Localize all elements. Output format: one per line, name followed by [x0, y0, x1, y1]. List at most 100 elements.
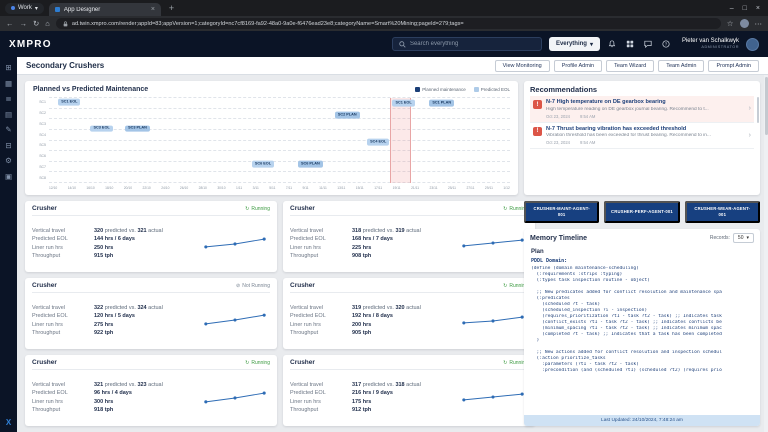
- gantt-event[interactable]: SC3 PLAN: [125, 125, 150, 132]
- gantt-event[interactable]: SC2 PLAN: [335, 112, 360, 119]
- browser-menu-icon[interactable]: ⋯: [755, 20, 763, 28]
- x-tick-label: 25/11: [448, 186, 456, 190]
- metric-label: Vertical travel: [32, 228, 94, 234]
- crusher-card[interactable]: Crusher ↻ Running: [283, 278, 535, 349]
- page-action-button[interactable]: Profile Admin: [554, 60, 602, 72]
- recommendations-scrollbar[interactable]: [757, 97, 760, 123]
- browser-tab[interactable]: App Designer ×: [49, 3, 161, 16]
- agent-button[interactable]: CRUSHER-MAINT-AGENT-001: [524, 201, 599, 223]
- notifications-bell-icon[interactable]: [607, 40, 618, 48]
- agent-button[interactable]: CRUSHER-PERF-AGENT-001: [604, 201, 679, 223]
- collections-icon[interactable]: ⊟: [5, 142, 11, 150]
- global-search[interactable]: [392, 37, 542, 51]
- recommendation-item[interactable]: ! N-7 Thrust bearing vibration has excee…: [530, 123, 754, 150]
- refresh-icon[interactable]: ↻: [33, 20, 39, 28]
- page-action-button[interactable]: View Monitoring: [495, 60, 550, 72]
- dashboards-icon[interactable]: ▦: [5, 80, 12, 88]
- chevron-right-icon[interactable]: ›: [749, 132, 751, 139]
- browser-profile-avatar[interactable]: [740, 19, 749, 28]
- favorite-star-icon[interactable]: ☆: [727, 20, 734, 28]
- user-avatar[interactable]: [746, 38, 759, 51]
- gantt-event[interactable]: SC6 PLAN: [298, 161, 323, 168]
- forward-icon[interactable]: →: [20, 20, 28, 28]
- metric-label: Throughput: [32, 253, 94, 259]
- page-action-button[interactable]: Team Wizard: [606, 60, 654, 72]
- help-icon[interactable]: ?: [661, 40, 672, 48]
- recommendation-item[interactable]: ! N-7 High temperature on DE gearbox bea…: [530, 96, 754, 123]
- metric-value: 200 hrs: [352, 322, 371, 328]
- y-axis-label: SC8: [33, 172, 46, 183]
- page-scrollbar-thumb[interactable]: [765, 77, 768, 135]
- crusher-card[interactable]: Crusher ↻ Running: [283, 201, 535, 272]
- metric-value: 192 hrs / 8 days: [352, 313, 393, 319]
- user-menu[interactable]: Pieter van Schalkwyk ADMINISTRATOR: [682, 38, 739, 49]
- recommendation-description: High temperature reading on DE gearbox j…: [546, 107, 745, 112]
- page-action-button[interactable]: Team Admin: [658, 60, 704, 72]
- x-tick-label: 11/11: [319, 186, 327, 190]
- metric-label: Vertical travel: [32, 305, 94, 311]
- apps-icon[interactable]: ⊞: [5, 64, 11, 72]
- gantt-event[interactable]: SC1 EOL: [392, 100, 414, 107]
- memory-timeline-body[interactable]: Plan PDDL Domain: (define (domain mainte…: [524, 245, 760, 415]
- legend-label: Predicted EOL: [481, 87, 510, 92]
- crusher-card[interactable]: Crusher ↻ Running: [25, 201, 277, 272]
- search-input[interactable]: [410, 41, 535, 47]
- metric-label: Predicted EOL: [32, 236, 94, 242]
- chart-x-axis: 12/10 14/10 16/10 18/10 20/10 22/10: [49, 183, 510, 192]
- recommendations-panel: Recommendations ! N-7 High temperature o…: [524, 81, 760, 195]
- metric-value: 319 predicted vs. 320 actual: [352, 305, 421, 311]
- gantt-event[interactable]: SC1 PLAN: [429, 100, 454, 107]
- home-icon[interactable]: ⌂: [45, 20, 50, 28]
- x-tick-label: 22/10: [143, 186, 151, 190]
- page-actions: View Monitoring Profile Admin Team Wizar…: [495, 60, 759, 72]
- settings-icon[interactable]: ⚙: [5, 157, 12, 165]
- metric-row: Throughput 912 tph: [290, 407, 458, 413]
- workspace-badge[interactable]: Work ▾: [5, 3, 44, 14]
- sparkline: [458, 309, 528, 331]
- crusher-card[interactable]: Crusher ⊘ Not Running: [25, 278, 277, 349]
- metric-value: 216 hrs / 9 days: [352, 390, 393, 396]
- chevron-right-icon[interactable]: ›: [749, 105, 751, 112]
- crusher-card-title: Crusher: [32, 282, 57, 289]
- recommendation-timestamp: Oct 23, 2024 9:54 AM: [546, 140, 745, 145]
- chat-icon[interactable]: [643, 40, 654, 48]
- maximize-button[interactable]: □: [743, 5, 747, 12]
- apps-grid-icon[interactable]: [625, 40, 636, 48]
- new-tab-button[interactable]: +: [166, 3, 177, 13]
- grid-icon[interactable]: ▣: [5, 173, 12, 181]
- back-icon[interactable]: ←: [6, 20, 14, 28]
- gantt-row: [49, 130, 510, 141]
- alert-icon: !: [533, 127, 542, 136]
- data-icon[interactable]: ▤: [5, 111, 12, 119]
- agent-button[interactable]: CRUSHER-WEAR-AGENT-001: [685, 201, 760, 223]
- edit-icon[interactable]: ✎: [5, 126, 11, 134]
- metric-row: Liner run hrs 225 hrs: [290, 245, 458, 251]
- page-scrollbar[interactable]: [764, 75, 768, 432]
- address-field[interactable]: ad.twin.xmpro.com/render;appId=83;appVer…: [56, 18, 721, 29]
- crusher-status: ↻ Running: [245, 360, 270, 366]
- metric-row: Predicted EOL 144 hrs / 6 days: [32, 236, 200, 242]
- records-select[interactable]: 50 ▾: [733, 233, 754, 243]
- gantt-event[interactable]: SC6 EOL: [252, 161, 274, 168]
- window-close-button[interactable]: ×: [756, 5, 760, 12]
- gantt-event[interactable]: SC3 EOL: [90, 125, 112, 132]
- list-icon[interactable]: ≣: [5, 95, 11, 103]
- sparkline: [200, 309, 270, 331]
- metric-row: Vertical travel 318 predicted vs. 319 ac…: [290, 228, 458, 234]
- search-scope-button[interactable]: Everything ▾: [549, 37, 600, 51]
- legend-item: Predicted EOL: [474, 87, 510, 92]
- workspace-color-dot: [11, 6, 15, 10]
- crusher-card[interactable]: Crusher ↻ Running: [25, 355, 277, 426]
- gantt-event[interactable]: SC4 EOL: [367, 139, 389, 146]
- crusher-card[interactable]: Crusher ↻ Running: [283, 355, 535, 426]
- x-tick-label: 1/11: [236, 186, 242, 190]
- tab-close-icon[interactable]: ×: [151, 6, 155, 13]
- x-tick-label: 29/11: [485, 186, 493, 190]
- metric-label: Throughput: [290, 330, 352, 336]
- metric-row: Throughput 908 tph: [290, 253, 458, 259]
- minimize-button[interactable]: –: [730, 5, 734, 12]
- metric-value: 225 hrs: [352, 245, 371, 251]
- page-action-button[interactable]: Prompt Admin: [708, 60, 759, 72]
- gantt-event[interactable]: SC1 EOL: [58, 99, 80, 106]
- gantt-row: [49, 109, 510, 120]
